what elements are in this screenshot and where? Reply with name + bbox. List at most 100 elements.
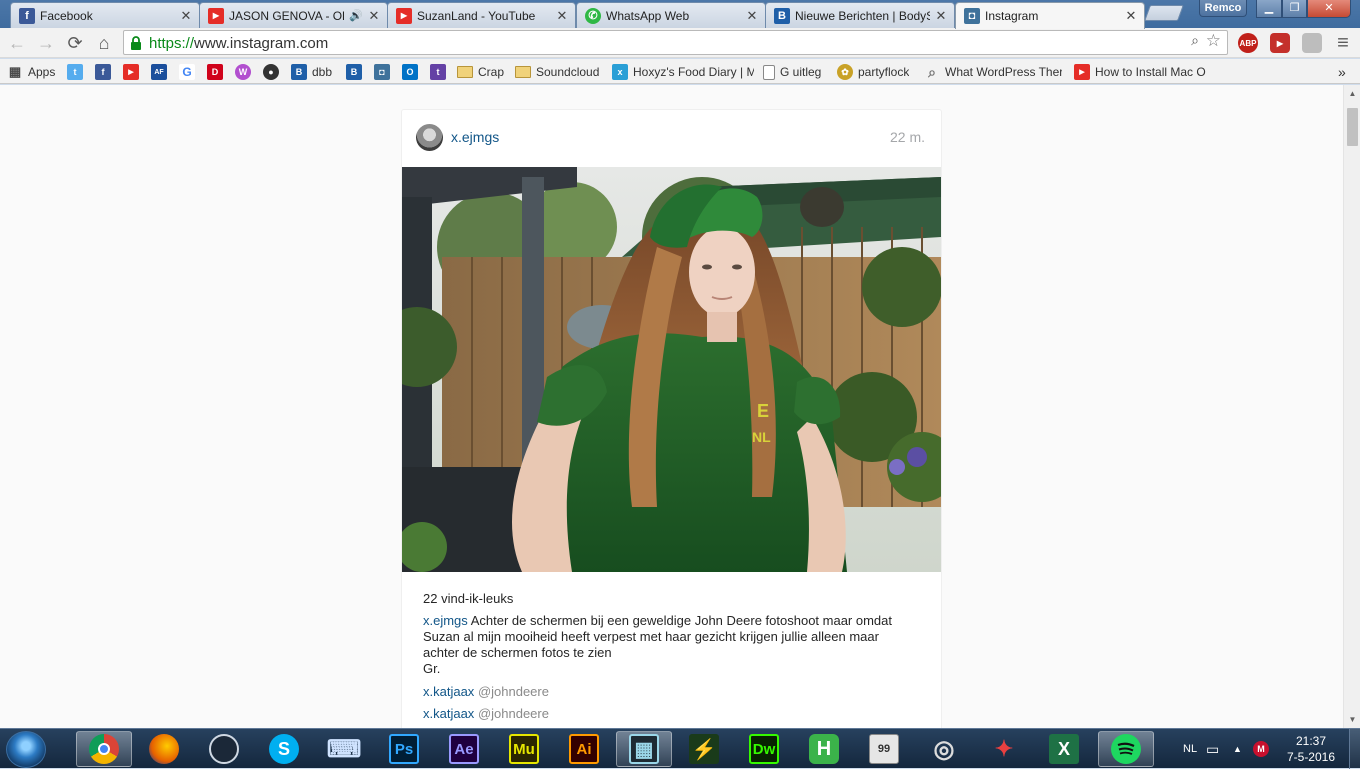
taskbar-dreamweaver[interactable]: Dw bbox=[736, 731, 792, 767]
minimize-button[interactable]: ▁ bbox=[1256, 0, 1282, 18]
muse-icon: Mu bbox=[509, 734, 539, 764]
taskbar-presentation[interactable]: 99 bbox=[856, 731, 912, 767]
bookmark-d[interactable]: D bbox=[207, 62, 223, 82]
bookmarks-bar: ▦ Apps t f ▶ AF G D W ● B dbb B ◘ O t Cr… bbox=[0, 59, 1360, 84]
taskbar-muse[interactable]: Mu bbox=[496, 731, 552, 767]
bookmark-g-uitleg[interactable]: G uitleg bbox=[763, 62, 821, 82]
taskbar-after-effects[interactable]: Ae bbox=[436, 731, 492, 767]
h-app-icon: H bbox=[809, 734, 839, 764]
taskbar-keyboard[interactable]: ⌨ bbox=[316, 731, 372, 767]
bookmark-steam[interactable]: ● bbox=[263, 62, 279, 82]
scroll-thumb[interactable] bbox=[1347, 108, 1358, 146]
bookmark-star-icon[interactable]: ☆ bbox=[1206, 31, 1221, 51]
taskbar-illustrator[interactable]: Ai bbox=[556, 731, 612, 767]
like-count[interactable]: 22 vind-ik-leuks bbox=[423, 591, 923, 606]
taskbar-chrome[interactable] bbox=[76, 731, 132, 767]
taskbar-mediafire[interactable]: ⚡ bbox=[676, 731, 732, 767]
keyboard-icon: ⌨ bbox=[326, 735, 362, 763]
forward-button[interactable]: → bbox=[34, 31, 58, 55]
new-tab-button[interactable] bbox=[1144, 5, 1184, 21]
menu-icon[interactable]: ≡ bbox=[1331, 31, 1355, 55]
tab-facebook[interactable]: f Facebook ✕ bbox=[10, 2, 200, 28]
instagram-icon: ◘ bbox=[964, 8, 980, 24]
bookmark-install-mac[interactable]: ▶ How to Install Mac O bbox=[1074, 62, 1214, 82]
bookmark-twitter[interactable]: t bbox=[67, 62, 83, 82]
tray-expand-icon[interactable]: ▲ bbox=[1233, 729, 1242, 769]
post-username[interactable]: x.ejmgs bbox=[451, 129, 499, 145]
tab-suzanland-youtube[interactable]: ▶ SuzanLand - YouTube ✕ bbox=[387, 2, 576, 28]
search-icon[interactable]: ⌕ bbox=[1191, 32, 1199, 49]
comment-mention[interactable]: @johndeere bbox=[478, 684, 549, 699]
bookmark-instagram[interactable]: ◘ bbox=[374, 62, 390, 82]
tab-whatsapp-web[interactable]: ✆ WhatsApp Web ✕ bbox=[576, 2, 766, 28]
window-close-button[interactable]: ✕ bbox=[1307, 0, 1351, 18]
taskbar-skype[interactable]: S bbox=[256, 731, 312, 767]
tab-jason-genova[interactable]: ▶ JASON GENOVA - Ol 🔊 ✕ bbox=[199, 2, 388, 28]
adblock-plus-icon[interactable]: ABP bbox=[1238, 33, 1258, 53]
mcafee-icon[interactable]: M bbox=[1253, 729, 1269, 769]
bookmark-twitch[interactable]: t bbox=[430, 62, 446, 82]
address-bar[interactable]: https://www.instagram.com ⌕ ☆ bbox=[123, 30, 1228, 55]
bookmarks-overflow-button[interactable]: » bbox=[1338, 62, 1346, 82]
close-icon[interactable]: ✕ bbox=[1124, 8, 1138, 24]
folder-icon bbox=[515, 66, 531, 78]
tab-bodyspace[interactable]: B Nieuwe Berichten | BodyS ✕ bbox=[765, 2, 955, 28]
language-indicator[interactable]: NL bbox=[1183, 729, 1197, 769]
close-icon[interactable]: ✕ bbox=[934, 8, 948, 24]
close-icon[interactable]: ✕ bbox=[745, 8, 759, 24]
reload-button[interactable]: ⟳ bbox=[63, 31, 87, 55]
taskbar-photoshop[interactable]: Ps bbox=[376, 731, 432, 767]
taskbar-video-editor[interactable]: ▦ bbox=[616, 731, 672, 767]
tab-instagram[interactable]: ◘ Instagram ✕ bbox=[955, 2, 1145, 29]
bookmark-folder-crap[interactable]: Crap bbox=[457, 62, 504, 82]
tab-title: JASON GENOVA - Ol bbox=[229, 8, 345, 23]
bookmark-folder-soundcloud[interactable]: Soundcloud bbox=[515, 62, 599, 82]
taskbar-excel[interactable]: X bbox=[1036, 731, 1092, 767]
post-header: x.ejmgs 22 m. bbox=[402, 110, 941, 167]
bodyspace-icon: B bbox=[346, 64, 362, 80]
post-photo[interactable]: E NL bbox=[402, 167, 941, 572]
taskbar-firefox[interactable] bbox=[136, 731, 192, 767]
bookmark-food-diary[interactable]: x Hoxyz's Food Diary | M bbox=[612, 62, 754, 82]
close-icon[interactable]: ✕ bbox=[555, 8, 569, 24]
post-time[interactable]: 22 m. bbox=[890, 129, 925, 145]
bookmark-dbb[interactable]: B dbb bbox=[291, 62, 332, 82]
maximize-button[interactable]: ❐ bbox=[1282, 0, 1307, 18]
taskbar-rockstar[interactable]: ◎ bbox=[916, 731, 972, 767]
comment-username[interactable]: x.katjaax bbox=[423, 684, 474, 699]
caption-username[interactable]: x.ejmgs bbox=[423, 613, 468, 628]
bookmark-wordpress[interactable]: ⌕ What WordPress Ther bbox=[924, 62, 1062, 82]
start-button[interactable] bbox=[6, 731, 46, 768]
bookmark-apps[interactable]: ▦ Apps bbox=[7, 62, 56, 82]
close-icon[interactable]: ✕ bbox=[179, 8, 193, 24]
page-scrollbar[interactable]: ▲ ▼ bbox=[1343, 85, 1360, 728]
bookmark-google[interactable]: G bbox=[179, 62, 195, 82]
profile-button[interactable]: Remco bbox=[1199, 0, 1247, 17]
taskbar-steam[interactable] bbox=[196, 731, 252, 767]
scroll-up-arrow[interactable]: ▲ bbox=[1344, 85, 1360, 102]
bookmark-af[interactable]: AF bbox=[151, 62, 167, 82]
windows-taskbar: S ⌨ Ps Ae Mu Ai ▦ ⚡ Dw H 99 ◎ ✦ X NL ▭ ▲… bbox=[0, 728, 1360, 769]
bookmark-facebook[interactable]: f bbox=[95, 62, 111, 82]
network-icon[interactable]: ▭ bbox=[1206, 729, 1219, 769]
bookmark-youtube[interactable]: ▶ bbox=[123, 62, 139, 82]
comment-username[interactable]: x.katjaax bbox=[423, 706, 474, 721]
comment-mention[interactable]: @johndeere bbox=[478, 706, 549, 721]
bookmark-bodyspace[interactable]: B bbox=[346, 62, 362, 82]
bookmark-w[interactable]: W bbox=[235, 62, 251, 82]
close-icon[interactable]: ✕ bbox=[367, 8, 381, 24]
w-icon: W bbox=[235, 64, 251, 80]
youtube-extension-icon[interactable]: ▶ bbox=[1270, 33, 1290, 53]
bookmark-outlook[interactable]: O bbox=[402, 62, 418, 82]
scroll-down-arrow[interactable]: ▼ bbox=[1344, 711, 1360, 728]
taskbar-h-app[interactable]: H bbox=[796, 731, 852, 767]
taskbar-game[interactable]: ✦ bbox=[976, 731, 1032, 767]
bookmark-partyflock[interactable]: ✿ partyflock bbox=[837, 62, 909, 82]
avatar[interactable] bbox=[416, 124, 443, 151]
taskbar-spotify[interactable] bbox=[1098, 731, 1154, 767]
extension-icon[interactable] bbox=[1302, 33, 1322, 53]
back-button[interactable]: ← bbox=[5, 31, 29, 55]
show-desktop-button[interactable] bbox=[1349, 729, 1360, 769]
home-button[interactable]: ⌂ bbox=[92, 31, 116, 55]
system-clock[interactable]: 21:37 7-5-2016 bbox=[1282, 733, 1340, 765]
